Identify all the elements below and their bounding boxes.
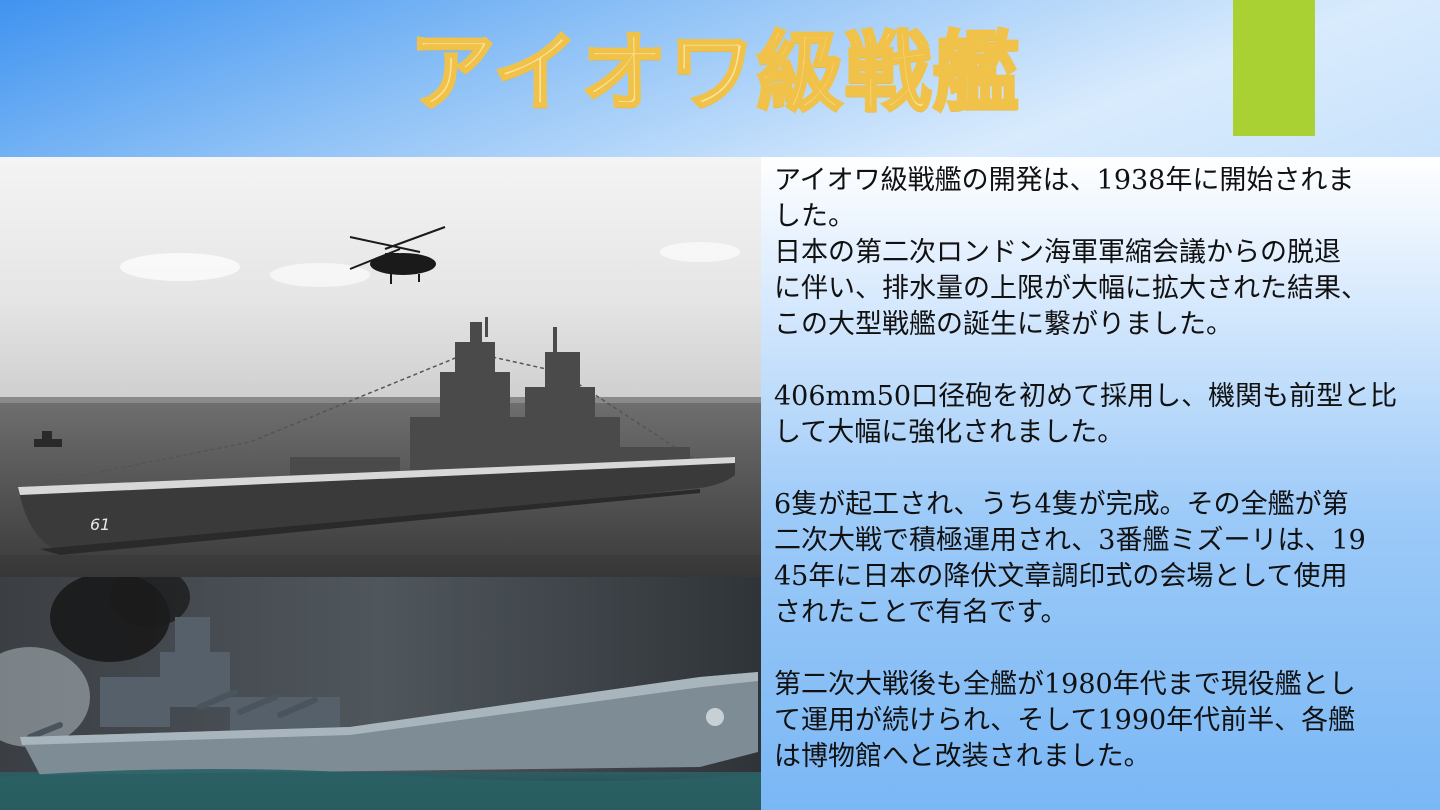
text-line: 406mm50口径砲を初めて採用し、機関も前型と比 [774,381,1398,412]
hull-number: 61 [90,515,110,534]
battleship-photo-historical: 61 [0,157,761,577]
paragraph-postwar: 第二次大戦後も全艦が1980年代まで現役艦とし て運用が続けられ、そして1990… [774,667,1424,775]
text-line: アイオワ級戦艦の開発は、1938年に開始されま [774,165,1355,196]
text-line: して大幅に強化されました。 [774,417,1125,448]
text-line: は博物館へと改装されました。 [774,741,1151,772]
battleship-render-image [0,577,761,810]
text-line: て運用が続けられ、そして1990年代前半、各艦 [774,705,1356,736]
text-line: されたことで有名です。 [774,597,1068,628]
paragraph-armament: 406mm50口径砲を初めて採用し、機関も前型と比 して大幅に強化されました。 [774,379,1424,451]
paragraph-development: アイオワ級戦艦の開発は、1938年に開始されま した。 日本の第二次ロンドン海軍… [774,163,1424,343]
slide-title: アイオワ級戦艦 [408,21,1021,124]
text-line: 二次大戦で積極運用され、3番艦ミズーリは、19 [774,525,1366,556]
text-line: 日本の第二次ロンドン海軍軍縮会議からの脱退 [774,237,1341,268]
text-line: 6隻が起工され、うち4隻が完成。その全艦が第 [774,489,1349,520]
paragraph-service: 6隻が起工され、うち4隻が完成。その全艦が第 二次大戦で積極運用され、3番艦ミズ… [774,487,1424,631]
body-text: アイオワ級戦艦の開発は、1938年に開始されま した。 日本の第二次ロンドン海軍… [774,163,1424,775]
text-line: した。 [774,201,855,232]
text-line: 第二次大戦後も全艦が1980年代まで現役艦とし [774,669,1356,700]
text-line: 45年に日本の降伏文章調印式の会場として使用 [774,561,1348,592]
text-line: に伴い、排水量の上限が大幅に拡大された結果、 [774,273,1368,304]
text-line: この大型戦艦の誕生に繋がりました。 [774,309,1233,340]
